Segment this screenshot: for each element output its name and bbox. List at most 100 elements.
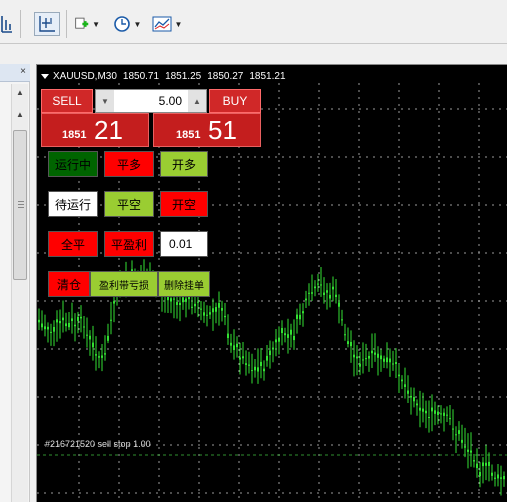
candle-body [62, 317, 64, 321]
candle-body [296, 314, 298, 319]
sell-price-big: 21 [94, 115, 123, 145]
zoom-cursor-icon[interactable] [34, 12, 60, 36]
candle-body [395, 362, 397, 364]
candle-body [314, 286, 316, 289]
volume-value: 5.00 [158, 94, 182, 108]
candle-body [170, 298, 172, 302]
new-order-icon[interactable]: ▼ [74, 12, 100, 36]
scroll-up-icon[interactable]: ▲ [12, 84, 28, 100]
candle-body [479, 472, 481, 477]
candle-body [374, 352, 376, 355]
buy-price-big: 51 [208, 115, 237, 145]
candle-body [86, 334, 88, 336]
candle-body [359, 363, 361, 367]
running-status-button[interactable]: 运行中 [48, 151, 98, 177]
price-chart[interactable]: XAUUSD,M30 1850.71 1851.25 1850.27 1851.… [36, 64, 507, 502]
indicators-icon[interactable]: ▼ [150, 12, 184, 36]
candle-body [89, 335, 91, 340]
candle-body [431, 407, 433, 412]
candle-body [209, 312, 211, 315]
candle-body [41, 323, 43, 328]
candle-body [311, 292, 313, 294]
candle-body [272, 347, 274, 350]
candle-body [254, 366, 256, 371]
pending-status-button[interactable]: 待运行 [48, 191, 98, 217]
volume-increase-icon[interactable]: ▲ [188, 90, 206, 112]
candle-body [203, 312, 205, 316]
candle-body [368, 355, 370, 359]
clear-positions-button[interactable]: 清仓 [48, 271, 90, 297]
candle-body [446, 414, 448, 416]
candle-body [248, 364, 250, 366]
chart-symbol: XAUUSD,M30 [53, 71, 117, 82]
candle-body [98, 356, 100, 358]
open-long-button[interactable]: 开多 [160, 151, 208, 177]
sell-button[interactable]: SELL [41, 89, 93, 113]
delete-pending-button[interactable]: 删除挂单 [158, 271, 210, 297]
scroll-thumb[interactable] [13, 130, 27, 280]
chart-bars-icon[interactable] [0, 12, 14, 36]
candle-body [179, 302, 181, 306]
candle-body [464, 446, 466, 448]
open-short-button[interactable]: 开空 [160, 191, 208, 217]
candle-body [482, 462, 484, 467]
candle-body [239, 357, 241, 360]
chart-menu-icon[interactable] [41, 74, 49, 79]
candle-body [467, 449, 469, 452]
navigator-header: × [0, 64, 30, 82]
candle-body [425, 410, 427, 414]
candle-body [275, 339, 277, 343]
sell-price-button[interactable]: 1851 21 [41, 113, 149, 147]
candle-body [266, 355, 268, 361]
candle-body [452, 428, 454, 430]
candle-body [485, 462, 487, 466]
close-all-button[interactable]: 全平 [48, 231, 98, 257]
scroll-up-icon[interactable]: ▲ [12, 106, 28, 122]
candle-body [92, 342, 94, 348]
candle-body [401, 379, 403, 382]
candle-body [422, 408, 424, 412]
candle-body [251, 370, 253, 372]
candle-body [371, 350, 373, 354]
candle-body [380, 355, 382, 360]
candle-body [323, 292, 325, 295]
candle-body [335, 294, 337, 298]
buy-price-button[interactable]: 1851 51 [153, 113, 261, 147]
profit-with-loss-button[interactable]: 盈利带亏损 [90, 271, 158, 297]
candle-body [53, 326, 55, 332]
candle-body [287, 334, 289, 338]
candle-body [224, 315, 226, 318]
candle-body [407, 390, 409, 394]
volume-decrease-icon[interactable]: ▼ [96, 90, 114, 112]
candle-body [215, 307, 217, 312]
candle-body [449, 418, 451, 420]
candle-body [278, 337, 280, 342]
low-price: 1850.27 [207, 71, 244, 82]
candle-body [302, 311, 304, 314]
candle-body [500, 477, 502, 479]
candle-body [329, 294, 331, 299]
volume-field[interactable]: ▼ 5.00 ▲ [95, 89, 207, 113]
candle-body [455, 434, 457, 436]
candle-body [38, 319, 40, 323]
candle-body [263, 368, 265, 372]
clock-icon[interactable]: ▼ [112, 12, 142, 36]
candle-body [404, 384, 406, 388]
candle-body [428, 417, 430, 419]
lot-size-input[interactable]: 0.01 [160, 231, 208, 257]
candle-body [470, 450, 472, 453]
close-short-button[interactable]: 平空 [104, 191, 154, 217]
toolbar-separator [66, 10, 67, 38]
candle-body [347, 341, 349, 345]
candle-body [176, 302, 178, 305]
candle-body [458, 430, 460, 434]
toolbar: ▼ ▼ ▼ [0, 0, 507, 44]
buy-button[interactable]: BUY [209, 89, 261, 113]
vertical-scrollbar[interactable]: ▲ ▲ [11, 84, 28, 502]
close-long-button[interactable]: 平多 [104, 151, 154, 177]
close-icon[interactable]: × [20, 66, 26, 77]
close-profit-button[interactable]: 平盈利 [104, 231, 154, 257]
candle-body [437, 411, 439, 415]
candle-body [434, 410, 436, 414]
candle-body [440, 413, 442, 415]
